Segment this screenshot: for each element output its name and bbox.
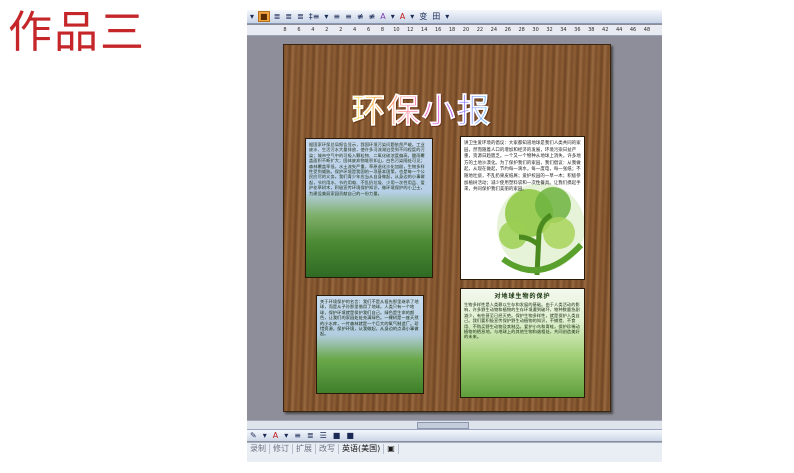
text-box-top-left-text: 据国家环保总局报告显示，我国环境污染问题依然严峻。工业废水、生活污水大量排放，使… bbox=[309, 142, 425, 196]
3d-style-button[interactable]: ■ bbox=[345, 430, 355, 442]
bullets-button[interactable]: ≡ bbox=[344, 11, 353, 23]
shadow-style-button[interactable]: ■ bbox=[332, 430, 342, 442]
dash-style-button[interactable]: ≣ bbox=[306, 430, 315, 442]
text-box-bottom-right-title: 对地球生物的保护 bbox=[494, 293, 551, 300]
ruler-tick: 26 bbox=[504, 27, 511, 33]
line-spacing-button[interactable]: ‡≡ bbox=[308, 11, 321, 23]
status-bar: 录制 修订 扩展 改写 英语(美国) ▣ bbox=[247, 442, 662, 462]
status-record[interactable]: 录制 bbox=[247, 444, 270, 454]
newspaper-page: 环保小报 据国家环保总局报告显示，我国环境污染问题依然严峻。工业废水、生活污水大… bbox=[283, 44, 611, 412]
highlight-color-button[interactable]: ■ bbox=[258, 11, 270, 22]
font-color-dropdown-draw[interactable]: ▾ bbox=[283, 430, 289, 442]
ruler-tick: 6 bbox=[366, 27, 371, 33]
ruler-tick: 18 bbox=[448, 27, 456, 33]
text-box-bottom-right-text: 生物多样性是人类赖以生存和发展的基础。由于人类活动的影响，许多野生动物和植物的生… bbox=[464, 302, 580, 340]
numbering-button[interactable]: ≡ bbox=[332, 11, 341, 23]
ruler-tick: 30 bbox=[532, 27, 539, 33]
toolbar-dropdown-arrow[interactable]: ▾ bbox=[249, 11, 255, 23]
status-overtype[interactable]: 改写 bbox=[316, 444, 339, 454]
ruler-tick: 6 bbox=[297, 27, 301, 33]
font-color-button[interactable]: A bbox=[399, 11, 406, 23]
ruler-tick: 42 bbox=[602, 27, 609, 33]
horizontal-scrollbar[interactable] bbox=[247, 420, 662, 429]
line-color-dropdown[interactable]: ▾ bbox=[262, 430, 268, 442]
ruler-tick: 4 bbox=[311, 27, 315, 33]
ruler-tick: 20 bbox=[462, 27, 470, 33]
ruler-tick: 32 bbox=[546, 27, 553, 33]
arrow-style-button[interactable]: ☰ bbox=[319, 430, 328, 442]
ruler-tick: 14 bbox=[421, 27, 428, 33]
line-style-button[interactable]: ≡ bbox=[293, 430, 302, 442]
formatting-toolbar: ▾ ■ ≣ ≣ ≣ ‡≡ ▾ ≡ ≡ ≢ ≢ A ▾ A ▾ 变 田 ▾ bbox=[247, 10, 662, 24]
text-box-bottom-left-text: 关于环境保护的名言：我们不是从祖先那里继承了地球，而是从子孙那里借用了地球。人类… bbox=[320, 299, 419, 337]
highlight-button[interactable]: A bbox=[379, 11, 386, 23]
ruler-tick: 28 bbox=[518, 27, 525, 33]
scrollbar-thumb[interactable] bbox=[417, 422, 469, 429]
enclose-characters-button[interactable]: 田 bbox=[431, 11, 441, 23]
font-color-dropdown[interactable]: ▾ bbox=[409, 11, 415, 23]
ruler-tick: 34 bbox=[560, 27, 567, 33]
ruler-tick: 4 bbox=[353, 27, 357, 33]
status-language[interactable]: 英语(美国) bbox=[339, 444, 385, 454]
align-center-button[interactable]: ≣ bbox=[284, 11, 293, 23]
drawing-toolbar: ✎ ▾ A ▾ ≡ ≣ ☰ ■ ■ bbox=[247, 429, 662, 441]
horizontal-ruler[interactable]: 8 6 4 2 2 4 6 8 10 12 14 16 18 20 22 24 26 28 30 32 34 36 38 42… bbox=[247, 25, 662, 36]
ruler-tick: 22 bbox=[476, 27, 484, 33]
status-track-changes[interactable]: 修订 bbox=[270, 444, 293, 454]
line-spacing-dropdown[interactable]: ▾ bbox=[323, 11, 329, 23]
ruler-tick: 36 bbox=[574, 27, 581, 33]
justify-button[interactable]: ≣ bbox=[296, 11, 305, 23]
word-window: ▾ ■ ≣ ≣ ≣ ‡≡ ▾ ≡ ≡ ≢ ≢ A ▾ A ▾ 变 田 ▾ 8 6 4… bbox=[247, 10, 662, 462]
toolbar-options-arrow[interactable]: ▾ bbox=[444, 11, 450, 23]
ruler-tick: 16 bbox=[434, 27, 442, 33]
ruler-tick: 24 bbox=[490, 27, 498, 33]
ruler-tick: 2 bbox=[325, 27, 329, 33]
ruler-tick: 44 bbox=[615, 27, 623, 33]
ruler-tick: 38 bbox=[588, 27, 595, 33]
ruler-tick: 48 bbox=[643, 27, 651, 33]
ruler-scale: 8 6 4 2 2 4 6 8 10 12 14 16 18 20 22 24 26 28 30 32 34 36 38 42… bbox=[281, 25, 651, 35]
line-color-button[interactable]: ✎ bbox=[249, 430, 258, 442]
text-box-bottom-right[interactable]: 对地球生物的保护 生物多样性是人类赖以生存和发展的基础。由于人类活动的影响，许多… bbox=[460, 288, 585, 398]
decrease-indent-button[interactable]: ≢ bbox=[356, 11, 365, 23]
text-box-top-right-text: 讲卫生爱环境的倡议：大家都知道地球是我们人类共同的家园，然而随着人口的增加和经济… bbox=[464, 141, 581, 193]
highlight-dropdown[interactable]: ▾ bbox=[390, 11, 396, 23]
status-extend[interactable]: 扩展 bbox=[293, 444, 316, 454]
slide-title: 作品三 bbox=[8, 7, 146, 58]
ruler-tick: 10 bbox=[393, 27, 400, 33]
ruler-tick: 8 bbox=[283, 27, 287, 33]
ruler-tick: 8 bbox=[380, 27, 385, 33]
spelling-status-icon[interactable]: ▣ bbox=[384, 444, 399, 454]
font-color-button-draw[interactable]: A bbox=[272, 430, 279, 442]
align-left-button[interactable]: ≣ bbox=[273, 11, 282, 23]
text-box-bottom-left[interactable]: 关于环境保护的名言：我们不是从祖先那里继承了地球，而是从子孙那里借用了地球。人类… bbox=[316, 295, 424, 394]
convert-chinese-button[interactable]: 变 bbox=[418, 11, 428, 23]
increase-indent-button[interactable]: ≢ bbox=[368, 11, 377, 23]
ruler-tick: 2 bbox=[339, 27, 343, 33]
document-area: 环保小报 据国家环保总局报告显示，我国环境污染问题依然严峻。工业废水、生活污水大… bbox=[247, 36, 662, 420]
ruler-tick: 12 bbox=[407, 27, 414, 33]
text-box-top-left[interactable]: 据国家环保总局报告显示，我国环境污染问题依然严峻。工业废水、生活污水大量排放，使… bbox=[305, 138, 433, 278]
ruler-tick: 46 bbox=[629, 27, 637, 33]
wordart-title[interactable]: 环保小报 bbox=[352, 84, 492, 132]
text-box-top-right[interactable]: 讲卫生爱环境的倡议：大家都知道地球是我们人类共同的家园，然而随着人口的增加和经济… bbox=[460, 136, 585, 280]
